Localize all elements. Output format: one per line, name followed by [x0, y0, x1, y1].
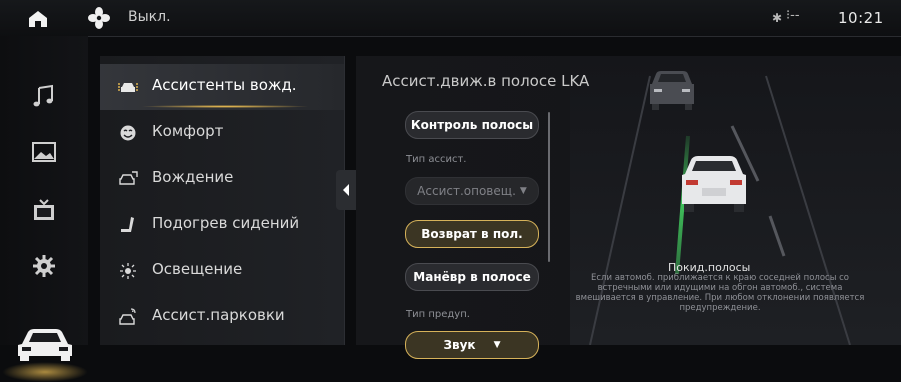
scrollbar[interactable]	[548, 112, 550, 262]
menu-item-label: Ассист.парковки	[152, 306, 285, 324]
driving-icon	[119, 171, 138, 185]
music-icon[interactable]	[30, 84, 58, 108]
parking-assist-icon	[119, 308, 136, 325]
menu-item-label: Комфорт	[152, 122, 224, 140]
driver-assist-icon	[118, 83, 138, 92]
menu-item-label: Вождение	[152, 168, 234, 186]
warning-type-select[interactable]: Звук ▼	[405, 331, 539, 359]
video-icon[interactable]	[30, 198, 58, 222]
menu-item-label: Подогрев сидений	[152, 214, 300, 232]
assist-type-select[interactable]: Ассист.оповещ. ▼	[405, 177, 539, 205]
lighting-icon	[120, 263, 136, 279]
settings-menu: Ассистенты вожд. Комфорт Вождение Подогр…	[100, 56, 345, 345]
fan-status[interactable]: Выкл.	[128, 9, 171, 25]
menu-item-lighting[interactable]: Освещение	[100, 248, 344, 294]
assist-type-label: Тип ассист.	[406, 154, 467, 165]
page-title: Ассист.движ.в полосе LKA	[382, 72, 590, 90]
menu-item-driving[interactable]: Вождение	[100, 156, 344, 202]
warning-type-label: Тип предуп.	[406, 309, 470, 320]
menu-item-parking-assist[interactable]: Ассист.парковки	[100, 294, 344, 340]
status-bar: Выкл. ✱ ⁝-- 10:21	[0, 0, 901, 37]
home-icon[interactable]	[28, 10, 48, 28]
menu-item-label: Освещение	[152, 260, 243, 278]
description-text: Если автомоб. приближается к краю соседн…	[575, 273, 865, 313]
clock: 10:21	[838, 9, 884, 27]
menu-item-seat-heating[interactable]: Подогрев сидений	[100, 202, 344, 248]
chevron-left-icon	[343, 184, 349, 196]
car-icon[interactable]	[14, 326, 76, 362]
menu-item-driver-assist[interactable]: Ассистенты вожд.	[100, 64, 344, 110]
gallery-icon[interactable]	[30, 140, 58, 164]
active-indicator	[2, 362, 88, 382]
caret-down-icon: ▼	[493, 340, 501, 350]
caret-down-icon: ▼	[519, 186, 527, 196]
collapse-menu-button[interactable]	[336, 170, 356, 210]
settings-icon[interactable]	[30, 254, 58, 278]
lane-control-button[interactable]: Контроль полосы	[405, 111, 539, 139]
lane-maneuver-button[interactable]: Манёвр в полосе	[405, 263, 539, 291]
seat-heating-icon	[121, 217, 134, 232]
fan-icon[interactable]	[88, 7, 110, 29]
bluetooth-icon: ✱	[772, 11, 783, 25]
return-to-lane-button[interactable]: Возврат в пол.	[405, 220, 539, 248]
assist-type-value: Ассист.оповещ.	[417, 184, 516, 198]
app-rail	[0, 36, 88, 382]
signal-indicator: ⁝--	[786, 8, 800, 23]
menu-item-comfort[interactable]: Комфорт	[100, 110, 344, 156]
menu-item-label: Ассистенты вожд.	[152, 76, 297, 94]
warning-type-value: Звук	[443, 338, 476, 352]
comfort-icon	[120, 125, 136, 141]
